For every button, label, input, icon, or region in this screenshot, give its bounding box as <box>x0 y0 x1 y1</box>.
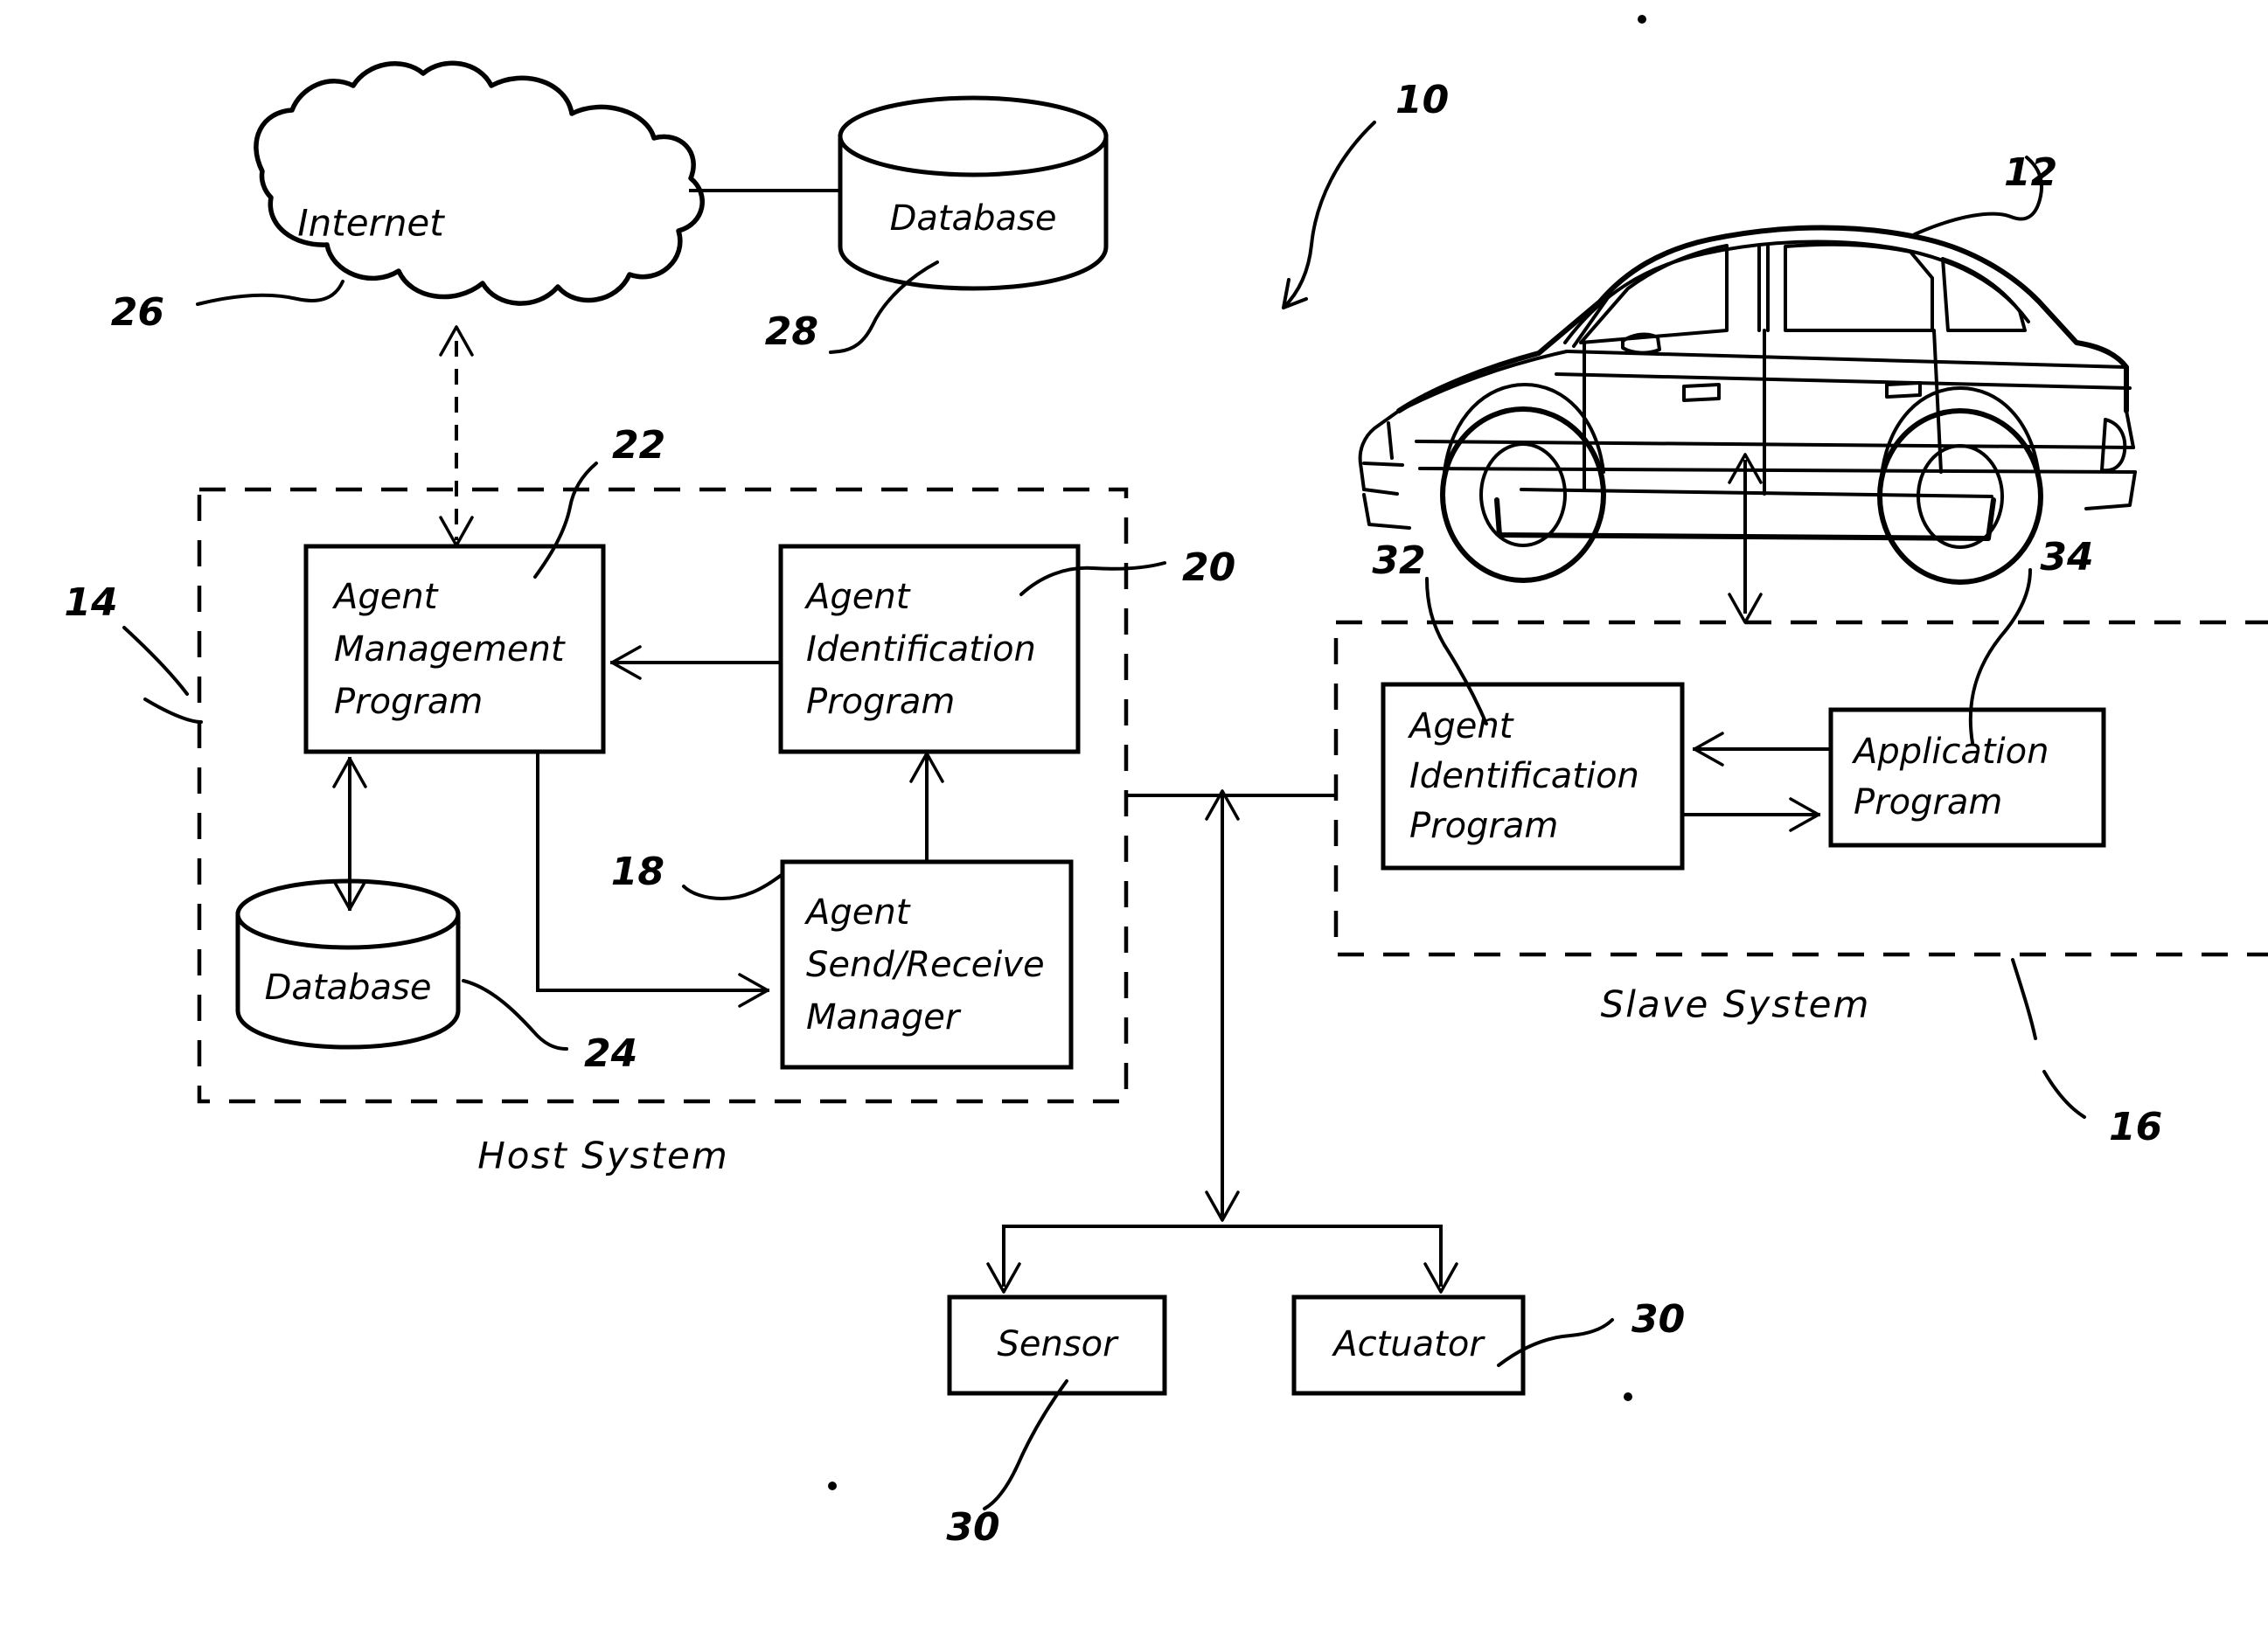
actuator-box[interactable]: Actuator <box>1291 1294 1526 1396</box>
vehicle-illustration <box>1358 225 2137 585</box>
central-vertical-bus <box>1205 789 1240 1222</box>
top-database-cylinder: Database <box>838 95 1109 291</box>
scan-artifact-dot-bottom <box>828 1482 837 1490</box>
ref-26-text: 26 <box>111 290 164 335</box>
ref-14-text: 14 <box>64 580 117 625</box>
ref-34-text: 34 <box>2040 535 2093 580</box>
agent-identification-program-slave-box[interactable]: Agent Identification Program <box>1381 682 1685 871</box>
ref-32-text: 32 <box>1372 538 1425 583</box>
slave-system-ref-16: 16 <box>2011 958 2162 1149</box>
sensor-ref-30: 30 <box>946 1379 1068 1550</box>
amp-label-line1: Agent <box>331 577 439 617</box>
figure-canvas: 10 12 Internet 26 Database 28 Host Syste… <box>64 15 2268 1550</box>
ref-10-text: 10 <box>1395 78 1449 122</box>
internet-cloud: Internet <box>254 60 705 306</box>
app-label-line1: Application <box>1851 732 2049 772</box>
slave-system-label: Slave System <box>1601 983 1871 1026</box>
patent-figure: 10 12 Internet 26 Database 28 Host Syste… <box>0 0 2268 1645</box>
scan-artifact-dot-right <box>1624 1392 1632 1401</box>
asrm-label-line1: Agent <box>804 892 911 933</box>
asrm-ref-18: 18 <box>611 850 784 901</box>
ref-30-sensor-text: 30 <box>946 1505 999 1550</box>
host-database-ref-24: 24 <box>462 979 637 1076</box>
app-label-line2: Program <box>1854 782 2002 822</box>
ref-28-text: 28 <box>765 309 818 354</box>
ref-20-text: 20 <box>1182 545 1235 590</box>
actuator-ref-30: 30 <box>1497 1297 1685 1367</box>
sensor-actuator-branch <box>986 1225 1458 1294</box>
internet-label: Internet <box>297 202 445 245</box>
arrow-aip-to-amp <box>610 645 783 680</box>
arrow-amp-database-bidirectional <box>332 757 367 911</box>
asrm-label-line2: Send/Receive <box>806 945 1045 985</box>
sensor-label: Sensor <box>997 1324 1119 1364</box>
sensor-box[interactable]: Sensor <box>947 1294 1167 1396</box>
ref-12-text: 12 <box>2004 150 2057 195</box>
host-system-ref-14: 14 <box>64 580 203 724</box>
agent-management-program-box[interactable]: Agent Management Program <box>303 544 606 754</box>
application-program-box[interactable]: Application Program <box>1828 707 2106 848</box>
ref-16-text: 16 <box>2109 1105 2162 1149</box>
actuator-label: Actuator <box>1331 1324 1485 1364</box>
internet-ref-26: 26 <box>111 280 344 335</box>
aip-slave-label-line3: Program <box>1409 806 1558 846</box>
top-database-label: Database <box>890 198 1057 239</box>
ref-30-actuator-text: 30 <box>1631 1297 1685 1342</box>
aip-host-label-line3: Program <box>806 682 955 722</box>
ref-18-text: 18 <box>611 850 664 894</box>
agent-identification-program-host-box[interactable]: Agent Identification Program <box>778 544 1081 754</box>
host-database-label: Database <box>265 968 432 1008</box>
arrow-app-to-aip-slave <box>1693 732 1833 767</box>
ref-22-text: 22 <box>612 423 665 468</box>
amp-label-line3: Program <box>334 682 483 722</box>
arrow-aip-slave-to-app <box>1680 797 1820 832</box>
vehicle-ref-12: 12 <box>1913 150 2057 236</box>
aip-slave-label-line2: Identification <box>1409 756 1639 796</box>
agent-send-receive-manager-box[interactable]: Agent Send/Receive Manager <box>780 859 1074 1070</box>
host-system-label: Host System <box>477 1135 729 1177</box>
aip-host-label-line1: Agent <box>804 577 911 617</box>
scan-artifact-dot-top <box>1638 15 1646 24</box>
amp-label-line2: Management <box>334 629 566 670</box>
arrow-asrm-to-aip-host <box>909 752 944 864</box>
overall-ref-10: 10 <box>1282 78 1449 309</box>
aip-host-label-line2: Identification <box>806 629 1036 670</box>
arrow-internet-amp-bidirectional <box>439 325 474 547</box>
aip-slave-label-line1: Agent <box>1407 706 1514 746</box>
asrm-label-line3: Manager <box>806 997 962 1038</box>
ref-24-text: 24 <box>584 1031 637 1076</box>
